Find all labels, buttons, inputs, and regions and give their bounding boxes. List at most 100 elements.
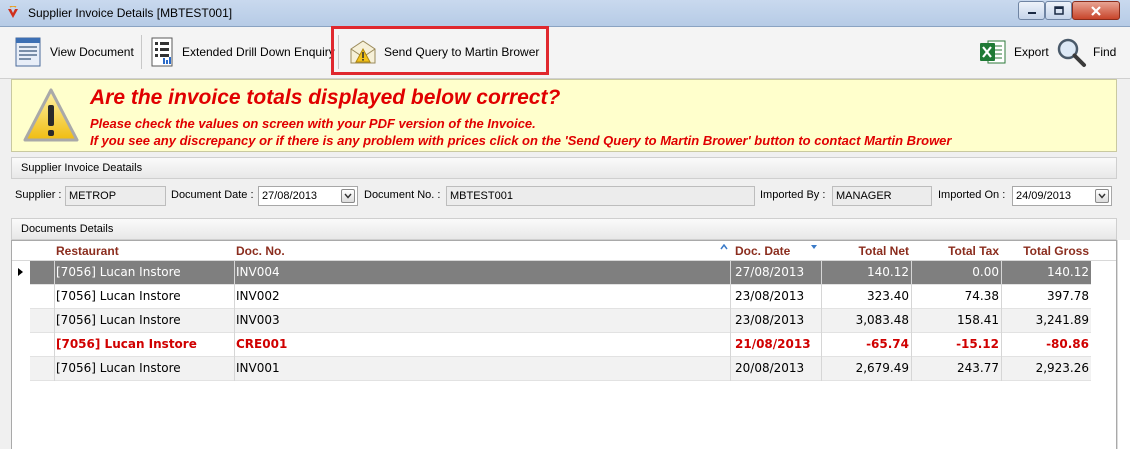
extended-drill-down-label: Extended Drill Down Enquiry	[182, 45, 335, 59]
table-row[interactable]: [7056] Lucan Instore INV003 23/08/2013 3,08…	[30, 309, 1091, 333]
find-label: Find	[1093, 45, 1117, 59]
cell-total-net: -65.74	[866, 337, 909, 351]
alert-headline: Are the invoice totals displayed below c…	[90, 86, 561, 109]
column-divider	[54, 333, 55, 357]
imported-by-field[interactable]: MANAGER	[832, 186, 932, 206]
cell-total-tax: 158.41	[957, 313, 999, 327]
imported-on-label: Imported On :	[938, 189, 1006, 201]
export-button[interactable]: Export	[974, 33, 1053, 71]
toolbar-separator	[141, 35, 142, 69]
column-header-doc-no[interactable]: Doc. No.	[236, 244, 285, 258]
report-icon	[151, 37, 173, 67]
chevron-down-icon	[344, 193, 352, 199]
minimize-icon	[1027, 11, 1036, 14]
imported-on-dropdown[interactable]	[1095, 189, 1109, 203]
view-document-button[interactable]: View Document	[10, 33, 138, 71]
alert-line-2: If you see any discrepancy or if there i…	[90, 133, 952, 148]
cell-total-gross: 3,241.89	[1035, 313, 1089, 327]
cell-total-net: 2,679.49	[855, 361, 909, 375]
extended-drill-down-button[interactable]: Extended Drill Down Enquiry	[146, 33, 339, 71]
column-divider	[234, 357, 235, 381]
find-button[interactable]: Find	[1051, 33, 1120, 71]
document-date-field[interactable]: 27/08/2013	[258, 186, 358, 206]
column-header-total-gross[interactable]: Total Gross	[1000, 244, 1089, 258]
cell-total-gross: -80.86	[1046, 337, 1089, 351]
cell-total-gross: 397.78	[1047, 289, 1089, 303]
column-header-doc-date[interactable]: Doc. Date	[735, 244, 790, 258]
magnifier-icon	[1057, 38, 1086, 67]
sort-asc-icon	[720, 244, 728, 250]
document-icon	[15, 37, 41, 67]
cell-doc-no: INV001	[236, 361, 280, 375]
cell-restaurant: [7056] Lucan Instore	[56, 337, 197, 351]
column-divider	[54, 309, 55, 333]
cell-doc-date: 27/08/2013	[735, 265, 805, 279]
toolbar-separator	[338, 35, 339, 69]
current-row-indicator	[18, 268, 23, 276]
cell-doc-no: CRE001	[236, 337, 288, 351]
column-divider	[234, 285, 235, 309]
maximize-button[interactable]	[1045, 1, 1072, 20]
column-divider	[730, 261, 731, 285]
document-date-dropdown[interactable]	[341, 189, 355, 203]
column-divider	[730, 285, 731, 309]
supplier-field[interactable]: METROP	[65, 186, 166, 206]
column-divider	[730, 357, 731, 381]
warning-triangle-icon	[23, 88, 79, 142]
cell-total-net: 323.40	[867, 289, 909, 303]
chevron-down-icon	[1098, 193, 1106, 199]
table-row[interactable]: [7056] Lucan Instore CRE001 21/08/2013 -65.…	[30, 333, 1091, 357]
cell-doc-date: 23/08/2013	[735, 289, 805, 303]
table-row[interactable]: [7056] Lucan Instore INV002 23/08/2013 323.…	[30, 285, 1091, 309]
document-no-label: Document No. :	[364, 189, 441, 201]
column-divider	[54, 261, 55, 285]
export-label: Export	[1014, 45, 1049, 59]
column-header-total-tax[interactable]: Total Tax	[910, 244, 999, 258]
column-divider	[234, 333, 235, 357]
column-divider	[234, 261, 235, 285]
supplier-label: Supplier :	[15, 189, 62, 201]
document-date-value: 27/08/2013	[262, 190, 318, 202]
view-document-label: View Document	[50, 45, 134, 59]
cell-total-gross: 140.12	[1047, 265, 1089, 279]
column-header-restaurant[interactable]: Restaurant	[56, 244, 119, 258]
imported-by-label: Imported By :	[760, 189, 826, 201]
cell-total-net: 3,083.48	[855, 313, 909, 327]
supplier-details-header: Supplier Invoice Deatails	[11, 157, 1117, 179]
cell-doc-no: INV004	[236, 265, 280, 279]
send-query-label: Send Query to Martin Brower	[384, 45, 540, 59]
toolbar: View Document Extended Drill Down Enquir…	[0, 27, 1130, 79]
minimize-button[interactable]	[1018, 1, 1045, 20]
cell-restaurant: [7056] Lucan Instore	[56, 289, 181, 303]
table-row[interactable]: [7056] Lucan Instore INV001 20/08/2013 2,67…	[30, 357, 1091, 381]
alert-line-1: Please check the values on screen with y…	[90, 116, 536, 131]
table-row[interactable]: [7056] Lucan Instore INV004 27/08/2013 140.…	[30, 261, 1091, 285]
column-divider	[234, 309, 235, 333]
document-no-field[interactable]: MBTEST001	[446, 186, 755, 206]
close-icon	[1091, 5, 1101, 16]
cell-total-tax: 0.00	[972, 265, 999, 279]
alert-banner: Are the invoice totals displayed below c…	[11, 79, 1117, 152]
cell-doc-date: 23/08/2013	[735, 313, 805, 327]
cell-total-gross: 2,923.26	[1035, 361, 1089, 375]
title-bar: Supplier Invoice Details [MBTEST001]	[0, 0, 1130, 27]
send-query-button[interactable]: Send Query to Martin Brower	[344, 33, 543, 71]
cell-restaurant: [7056] Lucan Instore	[56, 265, 181, 279]
close-button[interactable]	[1072, 1, 1120, 20]
documents-details-header: Documents Details	[11, 218, 1117, 240]
column-header-total-net[interactable]: Total Net	[820, 244, 909, 258]
column-divider	[54, 357, 55, 381]
cell-doc-date: 21/08/2013	[735, 337, 811, 351]
maximize-icon	[1053, 5, 1064, 15]
column-divider	[730, 333, 731, 357]
documents-details-title: Documents Details	[21, 223, 114, 235]
column-divider	[730, 309, 731, 333]
envelope-warning-icon	[350, 40, 376, 64]
cell-total-net: 140.12	[867, 265, 909, 279]
cell-restaurant: [7056] Lucan Instore	[56, 313, 181, 327]
imported-on-field[interactable]: 24/09/2013	[1012, 186, 1112, 206]
cell-total-tax: -15.12	[956, 337, 999, 351]
app-icon	[8, 6, 18, 18]
grid-scrollbar[interactable]	[1117, 240, 1130, 449]
cell-doc-no: INV003	[236, 313, 280, 327]
